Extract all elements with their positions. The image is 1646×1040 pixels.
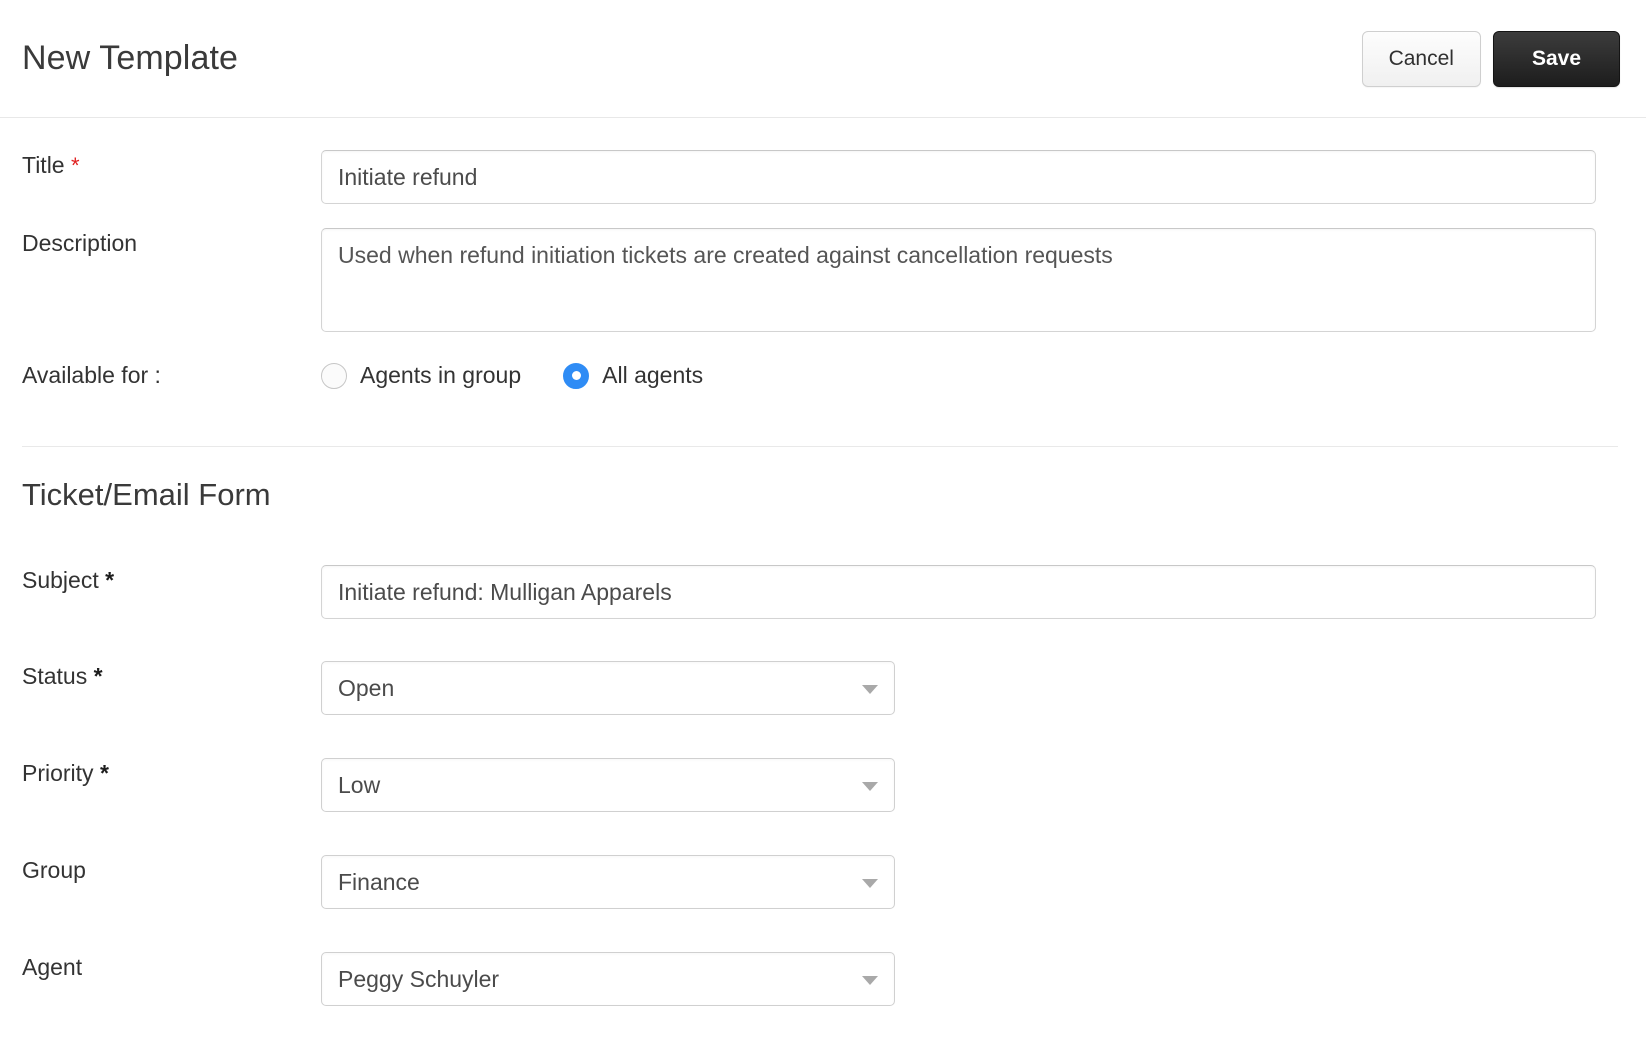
chevron-down-icon[interactable] [862, 782, 878, 791]
subject-required-asterisk: * [105, 567, 114, 593]
template-form: Title * Initiate refund Description Used… [0, 150, 1646, 390]
status-row: Status * Open [0, 661, 1646, 715]
group-selected-value: Finance [338, 869, 420, 895]
page-title: New Template [22, 36, 238, 80]
agent-select[interactable]: Peggy Schuyler [321, 952, 895, 1006]
subject-label-text: Subject [22, 567, 99, 593]
available-for-field-wrap: Agents in group All agents [321, 360, 1646, 389]
priority-selected-value: Low [338, 772, 380, 798]
agent-row: Agent Peggy Schuyler [0, 952, 1646, 1006]
description-row: Description Used when refund initiation … [0, 228, 1646, 332]
subject-field-wrap: Initiate refund: Mulligan Apparels [321, 565, 1646, 619]
title-required-asterisk: * [71, 153, 80, 178]
radio-agents-in-group[interactable]: Agents in group [321, 362, 521, 389]
agent-field-wrap: Peggy Schuyler [321, 952, 1646, 1006]
header-actions: Cancel Save [1362, 31, 1620, 87]
section-title-ticket-email-form: Ticket/Email Form [0, 477, 1646, 513]
section-divider [22, 446, 1618, 447]
radio-all-agents-label: All agents [602, 362, 703, 389]
title-label: Title * [0, 150, 321, 181]
chevron-down-icon[interactable] [862, 879, 878, 888]
status-label-text: Status [22, 663, 87, 689]
available-for-radio-group: Agents in group All agents [321, 360, 1618, 389]
subject-label: Subject * [0, 565, 321, 595]
radio-agents-in-group-label: Agents in group [360, 362, 521, 389]
radio-unchecked-icon[interactable] [321, 363, 347, 389]
agent-label: Agent [0, 952, 321, 982]
status-required-asterisk: * [94, 663, 103, 689]
title-label-text: Title [22, 152, 65, 178]
priority-row: Priority * Low [0, 758, 1646, 812]
group-field-wrap: Finance [321, 855, 1646, 909]
group-select[interactable]: Finance [321, 855, 895, 909]
subject-input[interactable]: Initiate refund: Mulligan Apparels [321, 565, 1596, 619]
subject-row: Subject * Initiate refund: Mulligan Appa… [0, 565, 1646, 619]
title-field-wrap: Initiate refund [321, 150, 1646, 204]
ticket-email-form: Ticket/Email Form Subject * Initiate ref… [0, 477, 1646, 1006]
description-textarea[interactable]: Used when refund initiation tickets are … [321, 228, 1596, 332]
priority-field-wrap: Low [321, 758, 1646, 812]
available-for-label: Available for : [0, 360, 321, 390]
radio-all-agents[interactable]: All agents [563, 362, 703, 389]
priority-select[interactable]: Low [321, 758, 895, 812]
radio-checked-icon[interactable] [563, 363, 589, 389]
available-for-row: Available for : Agents in group All agen… [0, 360, 1646, 390]
save-button[interactable]: Save [1493, 31, 1620, 87]
status-field-wrap: Open [321, 661, 1646, 715]
status-label: Status * [0, 661, 321, 691]
group-row: Group Finance [0, 855, 1646, 909]
status-selected-value: Open [338, 675, 394, 701]
chevron-down-icon[interactable] [862, 976, 878, 985]
page-header: New Template Cancel Save [0, 0, 1646, 118]
description-label: Description [0, 228, 321, 258]
title-input[interactable]: Initiate refund [321, 150, 1596, 204]
priority-label-text: Priority [22, 760, 94, 786]
cancel-button[interactable]: Cancel [1362, 31, 1481, 87]
chevron-down-icon[interactable] [862, 685, 878, 694]
priority-required-asterisk: * [100, 760, 109, 786]
title-row: Title * Initiate refund [0, 150, 1646, 204]
status-select[interactable]: Open [321, 661, 895, 715]
agent-selected-value: Peggy Schuyler [338, 966, 499, 992]
description-field-wrap: Used when refund initiation tickets are … [321, 228, 1646, 332]
priority-label: Priority * [0, 758, 321, 788]
group-label: Group [0, 855, 321, 885]
